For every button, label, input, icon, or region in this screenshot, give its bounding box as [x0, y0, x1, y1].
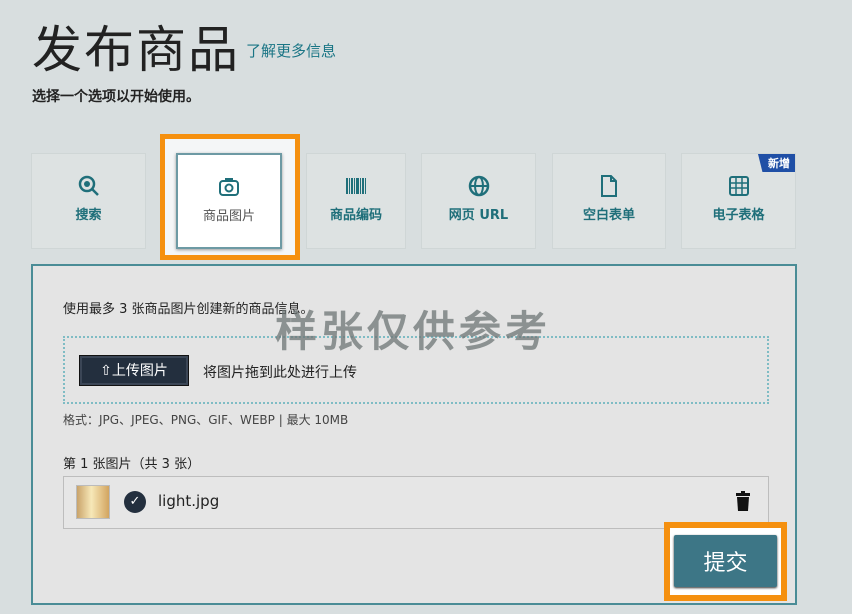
- upload-icon: ⇧: [100, 363, 112, 379]
- option-spreadsheet[interactable]: 新增 电子表格: [681, 153, 796, 249]
- page-subtitle: 选择一个选项以开始使用。: [32, 86, 200, 106]
- option-label: 空白表单: [583, 208, 635, 223]
- page-title: 发布商品: [32, 10, 240, 82]
- camera-icon: [217, 175, 241, 199]
- panel-description: 使用最多 3 张商品图片创建新的商品信息。: [63, 298, 314, 317]
- drop-zone[interactable]: ⇧上传图片 将图片拖到此处进行上传: [63, 336, 769, 404]
- check-icon: ✓: [124, 491, 146, 513]
- option-search[interactable]: 搜索: [31, 153, 146, 249]
- drop-hint: 将图片拖到此处进行上传: [203, 362, 357, 382]
- option-label: 商品图片: [203, 209, 255, 224]
- format-info: 格式：JPG、JPEG、PNG、GIF、WEBP | 最大 10MB: [63, 411, 348, 428]
- image-count: 第 1 张图片（共 3 张）: [63, 453, 200, 472]
- new-badge: 新增: [758, 154, 795, 172]
- option-label: 搜索: [75, 208, 101, 223]
- option-product-image[interactable]: 商品图片: [176, 153, 282, 249]
- spreadsheet-icon: [727, 174, 751, 198]
- option-label: 商品编码: [330, 208, 382, 223]
- submit-button[interactable]: 提交: [674, 535, 777, 587]
- learn-more-link[interactable]: 了解更多信息: [246, 40, 336, 61]
- option-product-code[interactable]: 商品编码: [306, 153, 406, 249]
- search-icon: [77, 174, 101, 198]
- trash-icon[interactable]: [736, 491, 750, 511]
- option-blank-form[interactable]: 空白表单: [552, 153, 666, 249]
- file-name: light.jpg: [158, 492, 219, 510]
- file-thumbnail: [76, 485, 110, 519]
- upload-image-button[interactable]: ⇧上传图片: [79, 355, 189, 386]
- globe-icon: [467, 174, 491, 198]
- option-label: 网页 URL: [449, 208, 508, 223]
- barcode-icon: [344, 174, 368, 198]
- option-web-url[interactable]: 网页 URL: [421, 153, 536, 249]
- option-label: 电子表格: [712, 208, 764, 223]
- document-icon: [597, 174, 621, 198]
